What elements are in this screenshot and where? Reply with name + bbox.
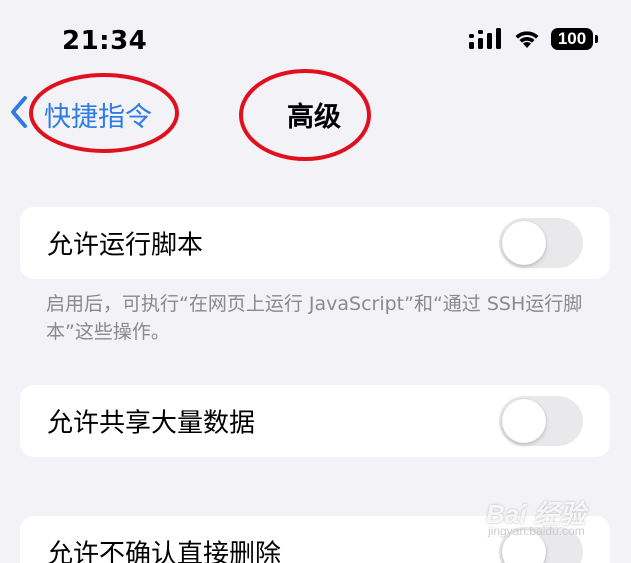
setting-row-share-data: 允许共享大量数据: [20, 385, 610, 457]
setting-row-run-scripts: 允许运行脚本: [20, 207, 610, 279]
wifi-icon: [515, 31, 539, 48]
share-data-toggle[interactable]: [499, 396, 583, 446]
toggle-knob: [502, 221, 546, 265]
watermark-url: jingyan.baidu.com: [488, 524, 585, 538]
chevron-left-icon[interactable]: [8, 94, 30, 130]
setting-label: 允许运行脚本: [47, 230, 204, 261]
settings-screen: 21:34 100 快捷指令 高级 允许运行脚本 启用后，可执行“在网页上运行 …: [0, 0, 631, 563]
toggle-knob: [502, 399, 546, 443]
status-time: 21:34: [62, 26, 148, 56]
back-button[interactable]: 快捷指令: [44, 95, 152, 134]
cellular-signal-icon: [469, 28, 501, 49]
run-scripts-toggle[interactable]: [499, 218, 583, 268]
status-icons: 100: [469, 28, 598, 50]
setting-label: 允许不确认直接删除: [47, 539, 282, 563]
battery-icon: 100: [551, 28, 598, 50]
page-title: 高级: [287, 102, 341, 133]
setting-footnote: 启用后，可执行“在网页上运行 JavaScript”和“通过 SSH运行脚本”这…: [46, 293, 583, 343]
battery-level: 100: [557, 29, 587, 48]
setting-label: 允许共享大量数据: [47, 408, 256, 439]
